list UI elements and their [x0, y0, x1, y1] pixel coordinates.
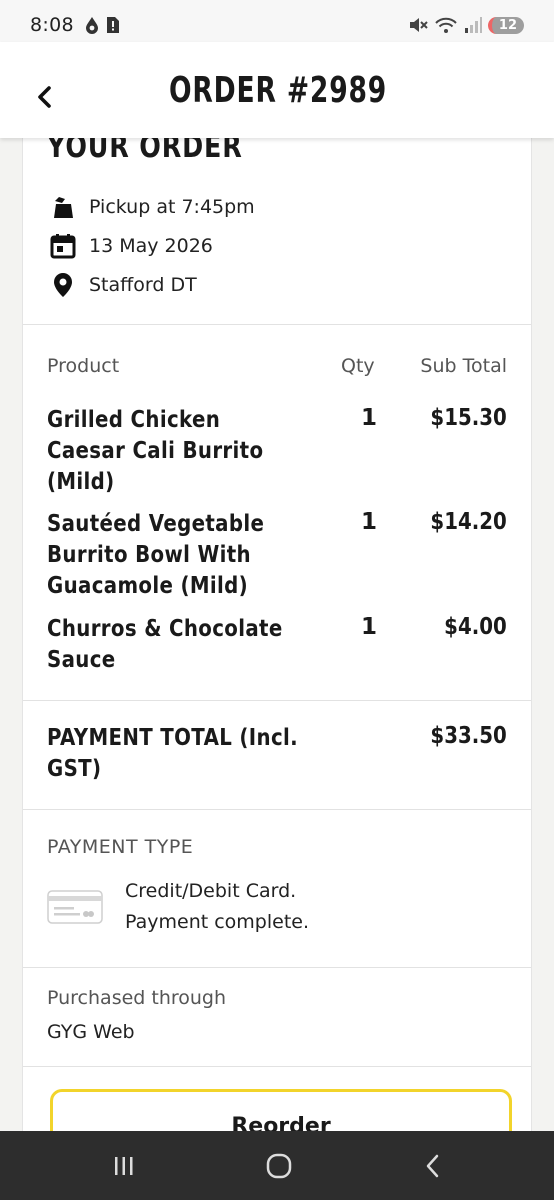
payment-total-section: PAYMENT TOTAL (Incl. GST) $33.50: [23, 701, 531, 810]
payment-total-label: PAYMENT TOTAL (Incl. GST): [47, 725, 298, 782]
signal-icon: [464, 17, 482, 33]
recent-apps-icon[interactable]: [109, 1151, 139, 1181]
payment-type-label: PAYMENT TYPE: [47, 836, 194, 858]
col-header-qty: Qty: [341, 355, 375, 377]
date-row: 13 May 2026: [49, 232, 213, 260]
product-table: Product Qty Sub Total Grilled Chicken Ca…: [23, 325, 531, 701]
back-chevron-icon[interactable]: [30, 82, 60, 112]
battery-badge: 12: [487, 16, 524, 34]
product-name: Sautéed Vegetable Burrito Bowl With Guac…: [47, 511, 265, 599]
product-price: $4.00: [444, 614, 507, 640]
status-time: 8:08: [30, 14, 74, 36]
purchased-through-section: Purchased through GYG Web: [23, 968, 531, 1067]
store-location: Stafford DT: [89, 274, 197, 296]
order-card: YOUR ORDER Pickup at 7:45pm 13 May 2026: [22, 100, 532, 1159]
sim-alert-icon: [106, 17, 119, 33]
home-icon[interactable]: [264, 1151, 294, 1181]
product-name: Churros & Chocolate Sauce: [47, 616, 283, 673]
payment-type-section: PAYMENT TYPE Credit/Debit Card. Payment …: [23, 810, 531, 968]
nav-back-icon[interactable]: [418, 1151, 448, 1181]
payment-status: Payment complete.: [125, 911, 310, 933]
mute-icon: [409, 18, 428, 32]
payment-total-value: $33.50: [430, 723, 507, 749]
drop-icon: [85, 17, 98, 34]
col-header-product: Product: [47, 355, 120, 377]
app-header: ORDER #2989: [0, 42, 554, 138]
credit-card-icon: [47, 890, 103, 924]
bag-icon: [54, 197, 73, 218]
page-title: ORDER #2989: [169, 70, 388, 111]
product-qty: 1: [361, 614, 378, 640]
pickup-row: Pickup at 7:45pm: [49, 193, 255, 221]
order-date: 13 May 2026: [89, 235, 213, 257]
pickup-time: Pickup at 7:45pm: [89, 196, 255, 218]
payment-method: Credit/Debit Card.: [125, 880, 297, 902]
wifi-icon: [435, 17, 457, 33]
location-pin-icon: [54, 273, 72, 297]
product-qty: 1: [361, 509, 378, 535]
system-nav-bar: [0, 1131, 554, 1200]
product-price: $15.30: [430, 405, 507, 431]
location-row: Stafford DT: [49, 271, 197, 299]
product-name: Grilled Chicken Caesar Cali Burrito (Mil…: [47, 407, 264, 495]
product-price: $14.20: [430, 509, 507, 535]
col-header-subtotal: Sub Total: [420, 355, 507, 377]
purchased-label: Purchased through: [47, 987, 227, 1009]
product-qty: 1: [361, 405, 378, 431]
calendar-icon: [50, 234, 76, 259]
purchased-value: GYG Web: [47, 1021, 135, 1043]
